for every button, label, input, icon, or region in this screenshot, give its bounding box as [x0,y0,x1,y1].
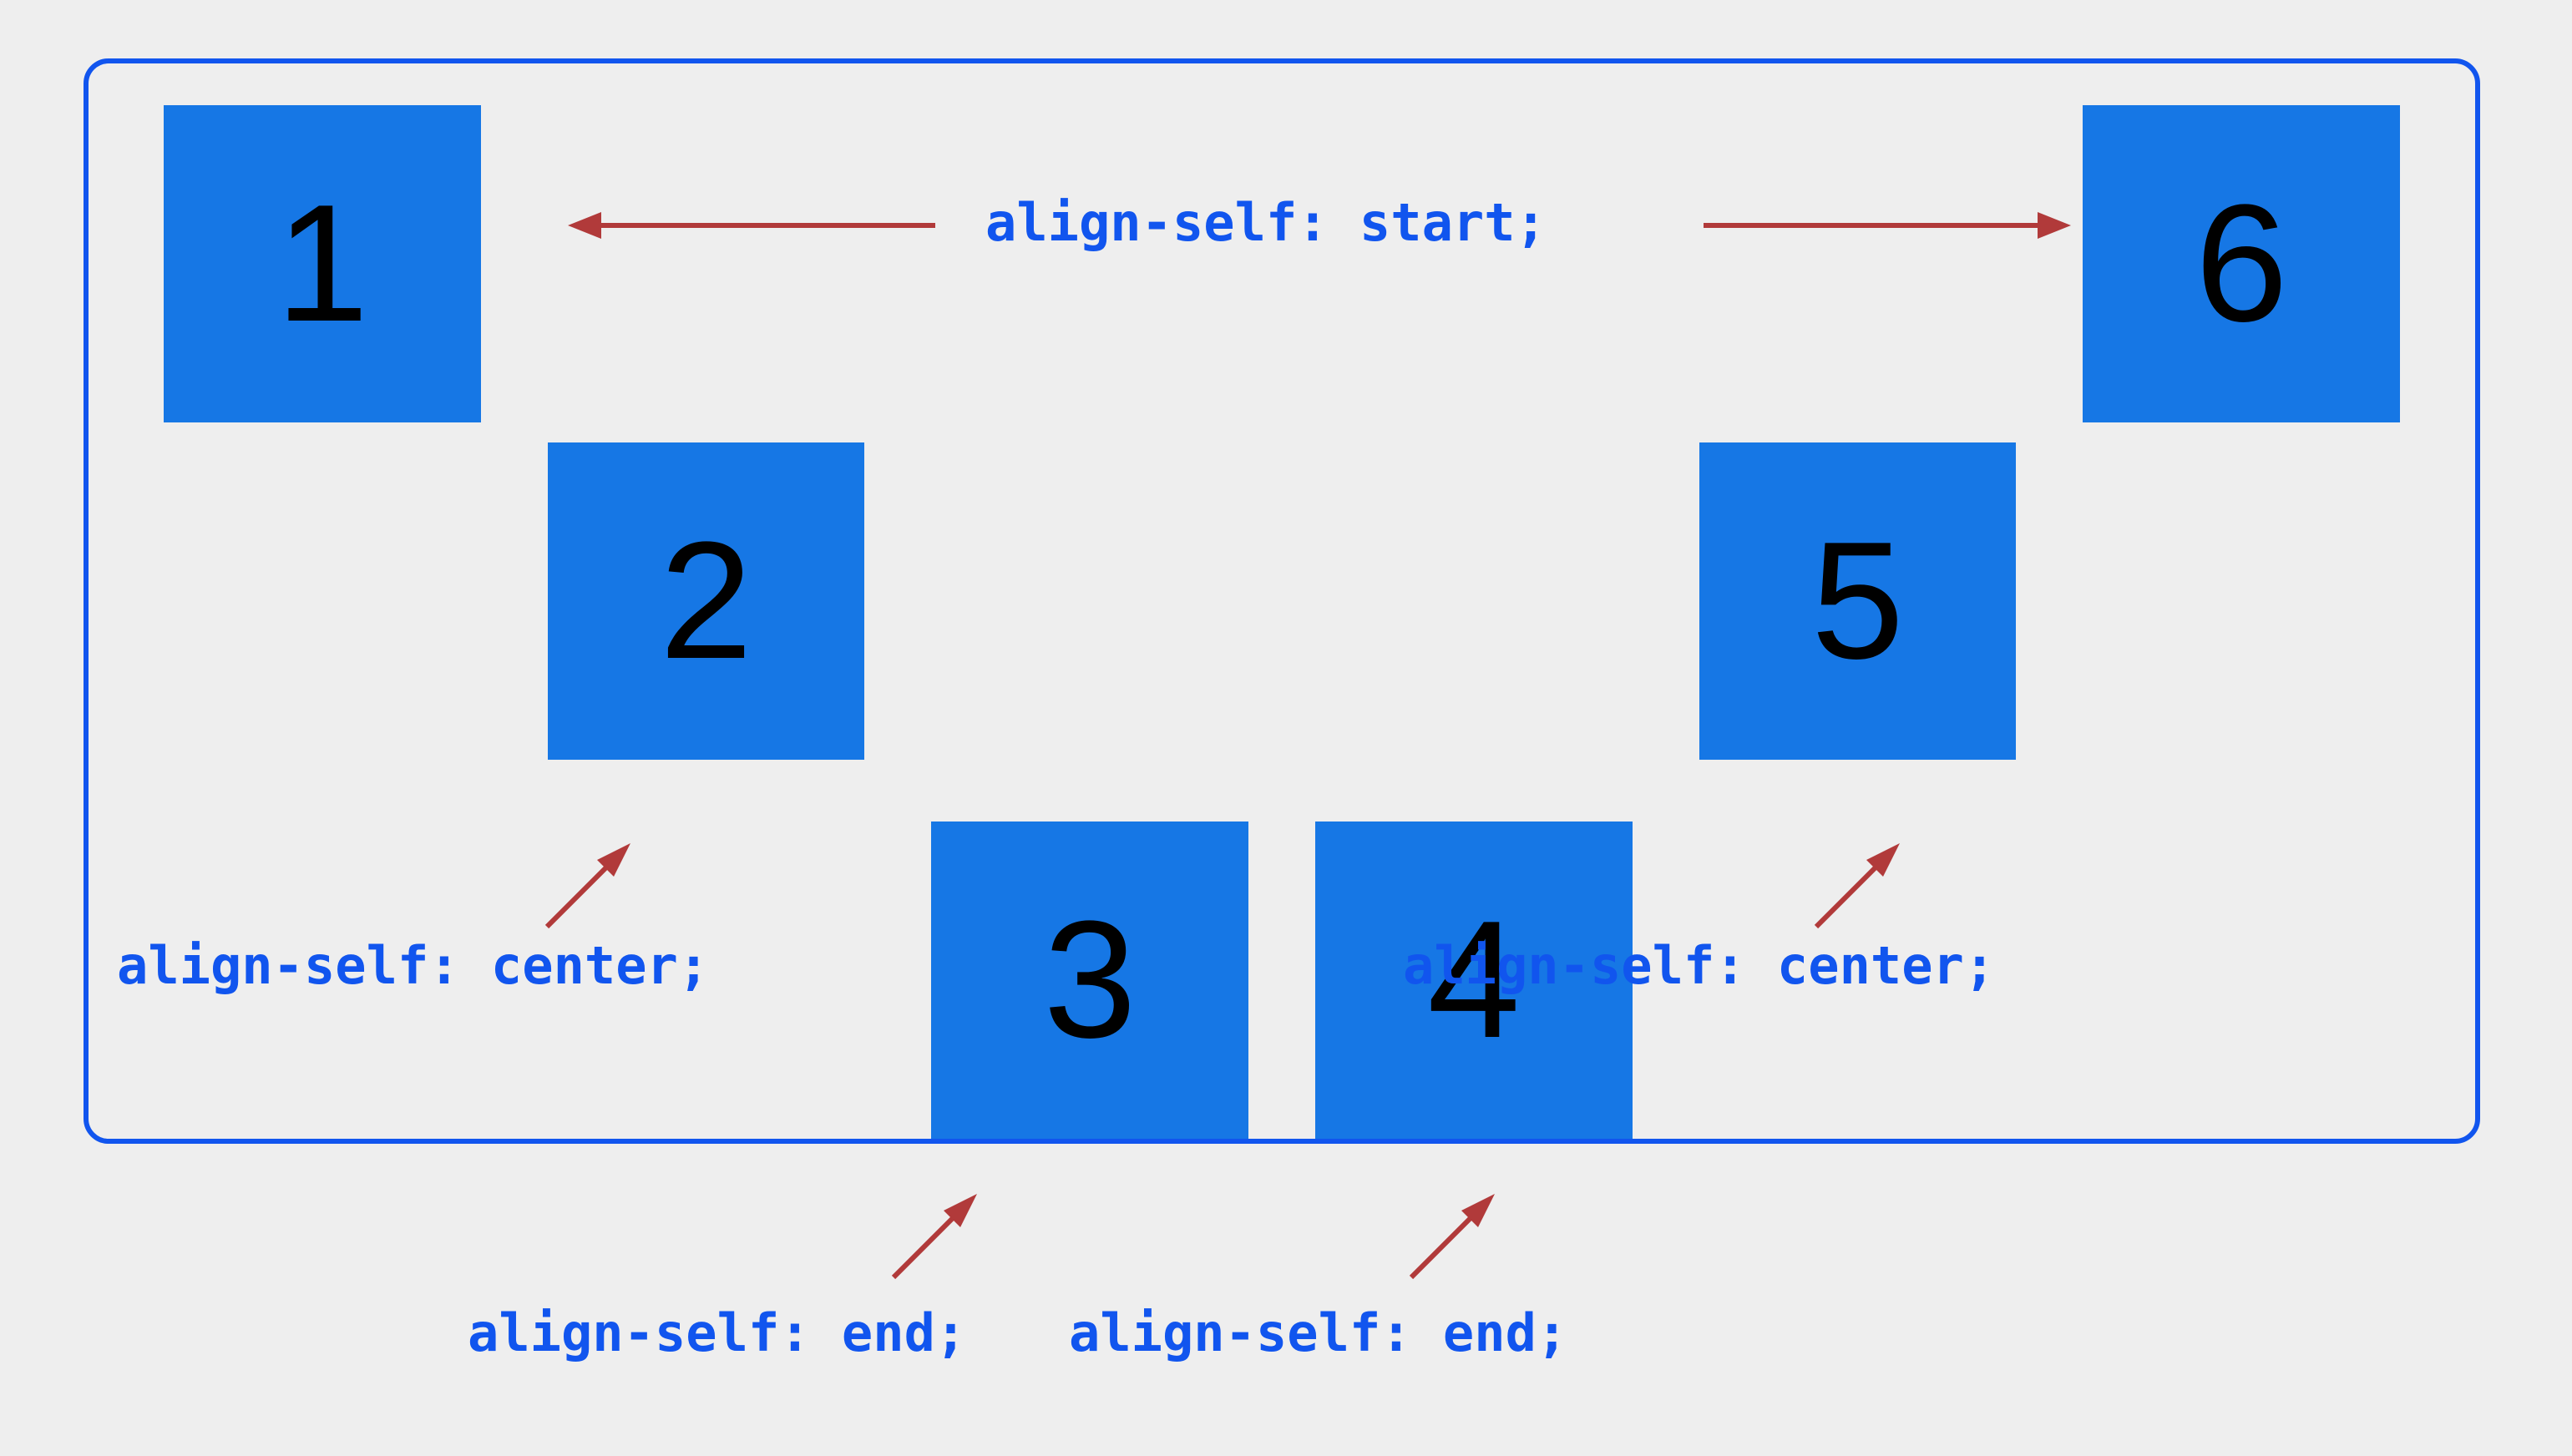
arrow-right-icon [1704,209,2071,242]
flex-item-6: 6 [2083,105,2400,422]
flex-item-2: 2 [548,442,865,760]
arrow-up-right-icon [539,835,639,935]
label-align-self-center-left: align-self: center; [117,935,709,996]
flex-item-1: 1 [164,105,481,422]
label-align-self-center-right: align-self: center; [1403,935,1995,996]
arrow-up-right-icon [1403,1186,1503,1286]
flex-item-3: 3 [931,822,1248,1139]
arrow-up-right-icon [1808,835,1908,935]
label-align-self-start: align-self: start; [985,192,1547,253]
label-align-self-end-left: align-self: end; [468,1302,966,1363]
arrow-left-icon [568,209,935,242]
flex-item-5: 5 [1699,442,2017,760]
arrow-up-right-icon [885,1186,985,1286]
label-align-self-end-right: align-self: end; [1069,1302,1567,1363]
